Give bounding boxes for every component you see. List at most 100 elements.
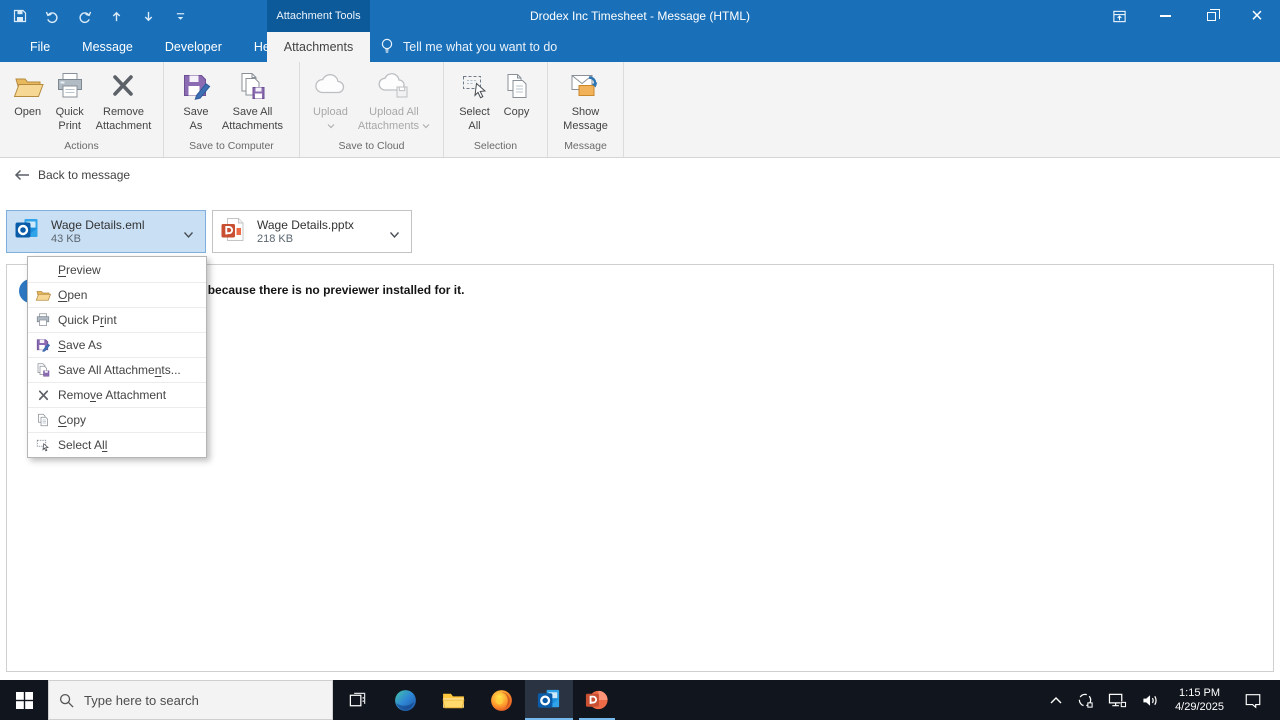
upload-dropdown-chevron-icon bbox=[327, 120, 335, 129]
back-to-message-link[interactable]: Back to message bbox=[14, 168, 130, 182]
select-all-icon bbox=[459, 67, 491, 105]
ribbon-tab-bar: File Message Developer Help Attachments … bbox=[0, 32, 1280, 62]
attachment-tools-contextual-header: Attachment Tools bbox=[267, 0, 370, 32]
tab-file[interactable]: File bbox=[14, 32, 66, 62]
attachment-size: 43 KB bbox=[51, 232, 81, 245]
tray-app-icon[interactable] bbox=[1070, 692, 1101, 709]
hidden-icons-chevron[interactable] bbox=[1042, 695, 1070, 705]
menu-item-select-all[interactable]: Select All bbox=[28, 432, 206, 457]
menu-item-save-as[interactable]: Save As bbox=[28, 332, 206, 357]
ribbon-display-options-button[interactable] bbox=[1096, 0, 1142, 32]
menu-item-copy[interactable]: Copy bbox=[28, 407, 206, 432]
outlook-file-icon bbox=[13, 216, 41, 248]
upload-cloud-icon bbox=[313, 67, 347, 105]
save-all-attachments-button[interactable]: Save All Attachments bbox=[217, 67, 288, 139]
quick-access-toolbar bbox=[12, 0, 188, 32]
ribbon-group-actions: Open Quick Print Remove Attachment Actio… bbox=[0, 62, 164, 157]
show-message-button[interactable]: Show Message bbox=[558, 67, 613, 139]
ribbon-group-selection: Select All Copy Selection bbox=[444, 62, 548, 157]
upload-button[interactable]: Upload bbox=[308, 67, 353, 139]
network-icon[interactable] bbox=[1101, 692, 1134, 709]
ribbon-group-save-to-cloud: Upload Upload All Attachments Save to Cl… bbox=[300, 62, 444, 157]
open-folder-icon bbox=[28, 287, 58, 303]
taskbar-powerpoint-icon[interactable] bbox=[573, 680, 621, 720]
undo-icon[interactable] bbox=[44, 8, 60, 24]
tell-me-box[interactable]: Tell me what you want to do bbox=[380, 32, 557, 62]
ribbon: Open Quick Print Remove Attachment Actio… bbox=[0, 62, 1280, 211]
save-as-button[interactable]: Save As bbox=[175, 67, 217, 139]
remove-attachment-icon bbox=[107, 67, 139, 105]
upload-all-dropdown-chevron-icon bbox=[422, 124, 430, 129]
select-all-icon bbox=[28, 437, 58, 453]
menu-item-quick-print[interactable]: Quick Print bbox=[28, 307, 206, 332]
restore-icon bbox=[1206, 8, 1220, 21]
redo-icon[interactable] bbox=[76, 8, 92, 24]
tell-me-label: Tell me what you want to do bbox=[403, 40, 558, 54]
outlook-window: Attachment Tools Drodex Inc Timesheet - … bbox=[0, 0, 1280, 720]
attachment-dropdown-chevron-icon[interactable] bbox=[389, 226, 401, 238]
search-icon bbox=[59, 693, 74, 708]
action-center-button[interactable] bbox=[1232, 692, 1274, 709]
open-folder-icon bbox=[12, 67, 44, 105]
customize-qat-icon[interactable] bbox=[172, 8, 188, 24]
minimize-button[interactable] bbox=[1142, 0, 1188, 32]
tab-message[interactable]: Message bbox=[66, 32, 149, 62]
start-button[interactable] bbox=[0, 680, 48, 720]
taskbar-edge-icon[interactable] bbox=[381, 680, 429, 720]
menu-item-remove-attachment[interactable]: Remove Attachment bbox=[28, 382, 206, 407]
search-input[interactable] bbox=[84, 692, 304, 708]
system-tray: 1:15 PM 4/29/2025 bbox=[1042, 680, 1280, 720]
minimize-icon bbox=[1159, 15, 1171, 17]
up-arrow-icon[interactable] bbox=[108, 8, 124, 24]
taskbar-search-box[interactable] bbox=[48, 680, 333, 720]
restore-button[interactable] bbox=[1188, 0, 1234, 32]
clock-time: 1:15 PM bbox=[1179, 687, 1221, 699]
open-button[interactable]: Open bbox=[7, 67, 49, 139]
ribbon-group-message: Show Message Message bbox=[548, 62, 624, 157]
attachment-tiles: Wage Details.eml 43 KB Wage Details.pptx… bbox=[6, 210, 412, 253]
copy-button[interactable]: Copy bbox=[496, 67, 538, 139]
attachment-name: Wage Details.eml bbox=[51, 217, 145, 232]
attachment-name: Wage Details.pptx bbox=[257, 217, 354, 232]
quick-print-button[interactable]: Quick Print bbox=[49, 67, 91, 139]
attachment-size: 218 KB bbox=[257, 232, 294, 245]
group-label-selection: Selection bbox=[473, 140, 518, 152]
taskbar-clock[interactable]: 1:15 PM 4/29/2025 bbox=[1167, 686, 1232, 714]
down-arrow-icon[interactable] bbox=[140, 8, 156, 24]
group-label-save-to-cloud: Save to Cloud bbox=[338, 140, 405, 152]
upload-all-attachments-button[interactable]: Upload All Attachments bbox=[353, 67, 435, 139]
powerpoint-file-icon bbox=[219, 216, 247, 248]
volume-icon[interactable] bbox=[1134, 692, 1167, 709]
taskbar-file-explorer-icon[interactable] bbox=[429, 680, 477, 720]
back-arrow-icon bbox=[14, 169, 29, 181]
select-all-button[interactable]: Select All bbox=[454, 67, 496, 139]
tab-attachments-active[interactable]: Attachments bbox=[267, 32, 370, 62]
task-view-icon bbox=[349, 692, 365, 706]
printer-icon bbox=[54, 67, 86, 105]
attachment-tile-eml[interactable]: Wage Details.eml 43 KB bbox=[6, 210, 206, 253]
upload-all-cloud-icon bbox=[377, 67, 411, 105]
task-view-button[interactable] bbox=[333, 680, 381, 720]
clock-date: 4/29/2025 bbox=[1175, 701, 1224, 713]
tab-developer[interactable]: Developer bbox=[149, 32, 238, 62]
attachment-tile-pptx[interactable]: Wage Details.pptx 218 KB bbox=[212, 210, 412, 253]
close-button[interactable] bbox=[1234, 0, 1280, 32]
ribbon-group-save-to-computer: Save As Save All Attachments Save to Com… bbox=[164, 62, 300, 157]
taskbar-outlook-icon[interactable] bbox=[525, 680, 573, 720]
save-all-attachments-icon bbox=[236, 67, 268, 105]
copy-icon bbox=[501, 67, 533, 105]
window-title: Drodex Inc Timesheet - Message (HTML) bbox=[529, 9, 751, 23]
group-label-actions: Actions bbox=[64, 140, 99, 152]
save-as-icon bbox=[180, 67, 212, 105]
menu-item-preview[interactable]: Preview bbox=[28, 257, 206, 282]
save-as-icon bbox=[28, 337, 58, 353]
printer-icon bbox=[28, 312, 58, 328]
taskbar-firefox-icon[interactable] bbox=[477, 680, 525, 720]
menu-item-save-all-attachments[interactable]: Save All Attachments... bbox=[28, 357, 206, 382]
attachment-dropdown-chevron-icon[interactable] bbox=[183, 226, 195, 238]
menu-item-open[interactable]: Open bbox=[28, 282, 206, 307]
windows-logo-icon bbox=[15, 691, 33, 709]
save-icon[interactable] bbox=[12, 8, 28, 24]
title-bar: Attachment Tools Drodex Inc Timesheet - … bbox=[0, 0, 1280, 32]
remove-attachment-button[interactable]: Remove Attachment bbox=[91, 67, 157, 139]
